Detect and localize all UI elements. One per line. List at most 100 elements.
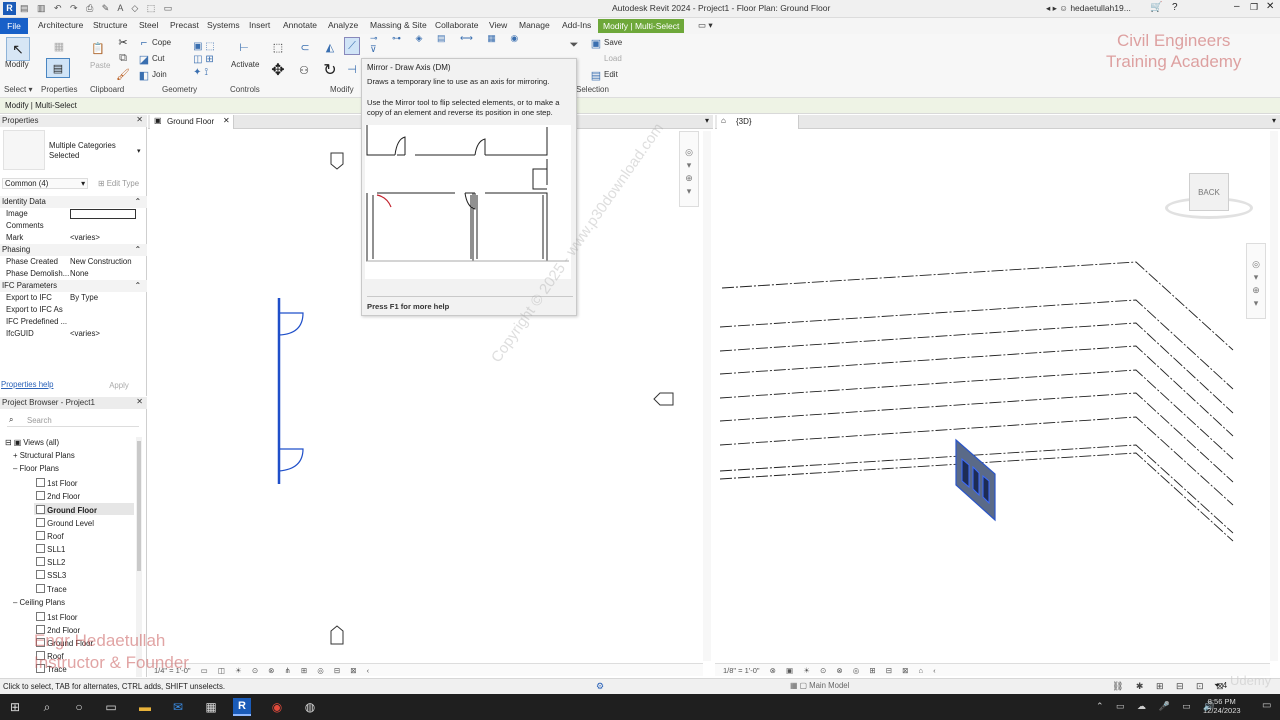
- edit-type-button[interactable]: ⊞ Edit Type: [98, 179, 139, 188]
- select-panel-label[interactable]: Select ▾: [4, 85, 32, 94]
- prop-row-phase-demolished[interactable]: Phase Demolish... None: [0, 268, 147, 280]
- help-icon[interactable]: ?: [1172, 2, 1178, 13]
- calculator-icon[interactable]: ▦: [202, 698, 220, 716]
- type-selector-chevron-icon[interactable]: ▾: [137, 147, 141, 155]
- maximize-button[interactable]: ❐: [1250, 2, 1258, 13]
- status-model-selector[interactable]: ▦ ▢ Main Model: [790, 681, 849, 690]
- ifc-parameters-section[interactable]: IFC Parameters ⌃: [0, 280, 147, 292]
- tab-add-ins[interactable]: Add-Ins: [562, 20, 591, 30]
- save-label[interactable]: Save: [604, 38, 622, 47]
- navigation-bar[interactable]: ◎ ▾ ⊕ ▾: [679, 131, 699, 207]
- tab-architecture[interactable]: Architecture: [38, 20, 83, 30]
- properties-icon[interactable]: ▤: [46, 58, 70, 78]
- cut-scissors-icon[interactable]: ✂: [117, 36, 129, 49]
- system-clock[interactable]: 8:56 PM 12/24/2023: [1203, 697, 1241, 715]
- task-view-icon[interactable]: ▭: [102, 698, 120, 716]
- tree-item-ceiling-plan[interactable]: 1st Floor: [36, 611, 78, 622]
- rotate-icon[interactable]: ↻: [320, 60, 340, 80]
- apply-button[interactable]: Apply: [96, 381, 142, 390]
- view-scale[interactable]: 1/8" = 1'-0": [723, 666, 760, 675]
- cortana-icon[interactable]: ○: [70, 698, 88, 716]
- browser-search-box[interactable]: ⌕ Search: [7, 415, 139, 427]
- modify-cursor-icon[interactable]: ↖: [6, 37, 30, 61]
- instance-filter-dropdown[interactable]: Common (4) ▾: [2, 178, 88, 189]
- chrome-icon[interactable]: ◉: [268, 698, 286, 716]
- selection-filter-count[interactable]: ⏷:4: [1214, 681, 1227, 691]
- prop-row-phase-created[interactable]: Phase Created New Construction: [0, 256, 147, 268]
- tab-dropdown-icon[interactable]: ▾: [1272, 116, 1276, 125]
- type-properties-icon[interactable]: ▦: [50, 37, 68, 55]
- close-icon[interactable]: ✕: [136, 115, 143, 124]
- tree-ceiling-plans[interactable]: – Ceiling Plans: [13, 598, 65, 607]
- system-tray-icons[interactable]: ⌃ ▭ ☁ 🎤 ▭ 🔊: [1096, 701, 1219, 712]
- tab-systems[interactable]: Systems: [207, 20, 240, 30]
- search-icon[interactable]: ⌕: [38, 698, 56, 716]
- paste-icon[interactable]: 📋: [90, 37, 106, 59]
- tab-collaborate[interactable]: Collaborate: [435, 20, 478, 30]
- view-control-icons[interactable]: ▭ ◫ ☀ ⊙ ⊗ ⋔ ⊞ ◎ ⊟ ⊠ ‹: [201, 666, 373, 675]
- mail-icon[interactable]: ✉: [169, 698, 187, 716]
- tab-modify-multi-select[interactable]: Modify | Multi-Select: [598, 19, 685, 33]
- match-type-icon[interactable]: 🖌: [116, 68, 130, 81]
- tab-view[interactable]: View: [489, 20, 507, 30]
- prop-row-comments[interactable]: Comments: [0, 220, 147, 232]
- cope-icon[interactable]: ⌐: [138, 37, 150, 49]
- offset-icon[interactable]: ⊂: [294, 37, 316, 57]
- save-selection-icon[interactable]: ▣: [590, 37, 602, 50]
- cut-geometry-icon[interactable]: ◪: [138, 53, 150, 66]
- identity-data-section[interactable]: Identity Data ⌃: [0, 196, 147, 208]
- revit-taskbar-icon[interactable]: R: [233, 698, 251, 716]
- tab-massing-site[interactable]: Massing & Site: [370, 20, 427, 30]
- view2-scrollbar[interactable]: [1270, 131, 1278, 661]
- cart-icon[interactable]: 🛒: [1150, 2, 1162, 13]
- edit-label[interactable]: Edit: [604, 70, 618, 79]
- trim-icon[interactable]: ⊣: [344, 62, 360, 76]
- tree-floor-plans[interactable]: – Floor Plans: [13, 464, 59, 473]
- activate-icon[interactable]: ⊢: [234, 37, 254, 57]
- join-label[interactable]: Join: [152, 70, 167, 79]
- join-icon[interactable]: ◧: [138, 69, 150, 82]
- tree-item-floor-plan[interactable]: Ground Level: [36, 517, 94, 528]
- align-icon[interactable]: ◭: [322, 37, 338, 57]
- type-selector[interactable]: Multiple Categories Selected: [49, 141, 145, 161]
- tab-structure[interactable]: Structure: [93, 20, 128, 30]
- prop-row-mark[interactable]: Mark <varies>: [0, 232, 147, 244]
- geometry-tools-icon[interactable]: ▣ ⬚ ◫ ⊞ ✦ ⟟: [184, 37, 224, 81]
- revit-app-icon[interactable]: R: [3, 2, 16, 15]
- move-arrows-icon[interactable]: ✥: [268, 60, 288, 80]
- minimize-button[interactable]: –: [1234, 1, 1240, 12]
- modify-extra-icons[interactable]: ⊸ ⊶ ◈ ▤ ⟷ ▦ ◉ ⊽: [370, 33, 530, 54]
- tab-dropdown-icon[interactable]: ▾: [705, 116, 709, 125]
- tree-item-floor-plan-active[interactable]: Ground Floor: [36, 504, 97, 515]
- view1-scrollbar[interactable]: [703, 131, 711, 661]
- activate-label[interactable]: Activate: [231, 60, 259, 69]
- tab-steel[interactable]: Steel: [139, 20, 158, 30]
- view-tab-3d[interactable]: ⌂ {3D}: [717, 115, 799, 129]
- copy-tool-icon[interactable]: ⚇: [294, 60, 314, 80]
- modify-button-label[interactable]: Modify: [5, 60, 29, 69]
- cope-label[interactable]: Cope: [152, 38, 171, 47]
- view-control-icons[interactable]: ⊗ ▣ ☀ ⊙ ⊗ ◎ ⊞ ⊟ ⊠ ⌂ ‹: [770, 666, 940, 675]
- view-control-bar-3d[interactable]: 1/8" = 1'-0" ⊗ ▣ ☀ ⊙ ⊗ ◎ ⊞ ⊟ ⊠ ⌂ ‹: [715, 663, 1270, 676]
- image-field[interactable]: [70, 209, 136, 219]
- notification-icon[interactable]: ▭: [1262, 700, 1271, 711]
- tree-views-all[interactable]: ⊟ ▣ Views (all): [5, 438, 59, 447]
- tree-item-floor-plan[interactable]: SLL2: [36, 556, 65, 567]
- tree-item-floor-plan[interactable]: Trace: [36, 583, 67, 594]
- workset-icon[interactable]: ⚙: [596, 681, 604, 692]
- view-control-bar[interactable]: 1/4" = 1'-0" ▭ ◫ ☀ ⊙ ⊗ ⋔ ⊞ ◎ ⊟ ⊠ ‹: [148, 663, 703, 676]
- 3d-view[interactable]: ⌂ {3D} ▾ BACK ◎ ▾ ⊕ ▾ 1/8" = 1'-0" ⊗ ▣ ☀ ⊙ …: [715, 115, 1280, 677]
- filter-icon[interactable]: ⏷: [566, 37, 582, 53]
- edit-selection-icon[interactable]: ▤: [590, 69, 602, 82]
- copy-icon[interactable]: ⧉: [117, 52, 129, 64]
- tree-item-floor-plan[interactable]: Roof: [36, 530, 64, 541]
- viewcube[interactable]: BACK: [1163, 171, 1255, 223]
- cut-label[interactable]: Cut: [152, 54, 164, 63]
- close-tab-icon[interactable]: ✕: [223, 116, 230, 125]
- quick-access-toolbar[interactable]: ▤ ▥ ↶ ↷ ⎙ ✎ A ◇ ⬚ ▭: [20, 3, 175, 14]
- tree-item-floor-plan[interactable]: 1st Floor: [36, 477, 78, 488]
- tab-analyze[interactable]: Analyze: [328, 20, 358, 30]
- tab-manage[interactable]: Manage: [519, 20, 550, 30]
- view-tab-ground-floor[interactable]: ▣ Ground Floor ✕: [150, 115, 234, 129]
- prop-row-export-ifc[interactable]: Export to IFC By Type: [0, 292, 147, 304]
